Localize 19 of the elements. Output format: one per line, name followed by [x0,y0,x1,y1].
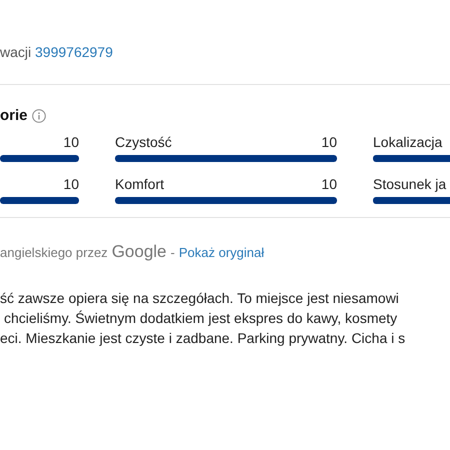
booking-number-link[interactable]: 3999762979 [35,44,113,60]
info-icon[interactable] [32,108,46,122]
category-label: Stosunek ja [373,176,446,193]
review-text: ść zawsze opiera się na szczegółach. To miejsce jest niesamowi [0,289,400,308]
category-score: 10 [321,134,337,151]
category-score: 10 [321,176,337,193]
review-text: eci. Mieszkanie jest czyste i zadbane. Parking prywatny. Cicha i s [0,329,406,348]
separator: - [170,245,175,260]
category-label: Komfort [115,176,164,193]
review-text: chcieliśmy. Świetnym dodatkiem jest ekspres do kawy, kosmety [4,309,398,328]
google-wordmark: Google [112,242,167,262]
category-label: Lokalizacja [373,134,442,151]
section-title: orie [0,107,28,124]
category-score: 10 [63,176,79,193]
category-score: 10 [63,134,79,151]
category-label: Czystość [115,134,172,151]
show-original-link[interactable]: Pokaż oryginał [178,245,264,260]
translation-note: angielskiego przez [0,245,108,260]
booking-label: wacji [0,44,32,60]
